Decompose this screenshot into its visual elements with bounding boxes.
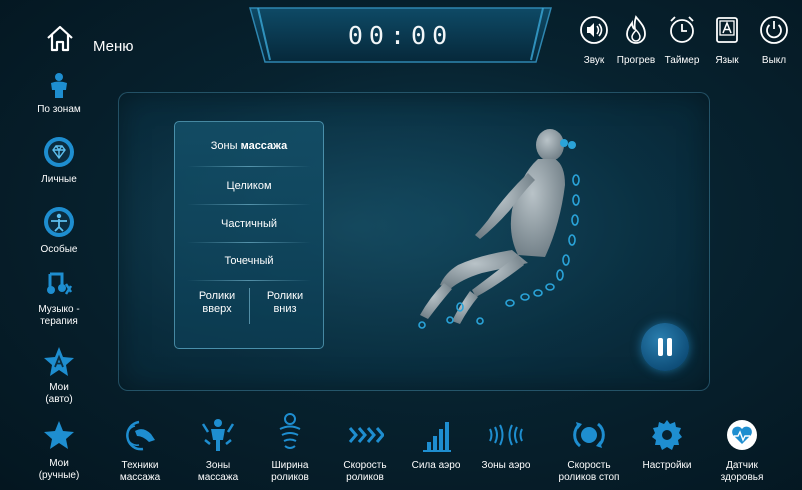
zone-option-full[interactable]: Целиком (175, 180, 323, 192)
air-zones-icon (489, 424, 523, 446)
person-zones-icon (51, 73, 67, 98)
heat-icon (626, 15, 646, 44)
sound-label: Звук (583, 55, 605, 66)
zones-title-prefix: Зоны (210, 140, 238, 152)
bottom-label: Сила аэро (411, 460, 461, 471)
star-icon (44, 421, 74, 449)
pause-icon (667, 338, 672, 356)
language-button[interactable]: Язык (707, 15, 747, 67)
roller-speed-icon (348, 427, 384, 443)
sidebar-item-zones[interactable]: По зонам (28, 72, 90, 120)
body-figure-illustration (418, 129, 580, 329)
divider (187, 242, 311, 243)
divider (187, 280, 311, 281)
bottom-item-foot-roller-speed[interactable]: Скорость роликов стоп (552, 418, 626, 486)
foot-roller-speed-icon (573, 422, 605, 448)
sound-icon (580, 16, 608, 44)
bottom-label: Датчик здоровья (720, 460, 764, 483)
sidebar-label: Личные (41, 174, 77, 185)
language-label: Язык (715, 55, 739, 66)
home-icon (47, 25, 73, 52)
bottom-label: Зоны массажа (197, 460, 239, 483)
star-a-icon (44, 347, 74, 376)
timer-display: 00:00 (347, 21, 454, 50)
timer-panel: 00:00 (248, 6, 553, 64)
sound-button[interactable]: Звук (574, 15, 614, 67)
bottom-item-health-sensor[interactable]: Датчик здоровья (712, 418, 772, 486)
music-notes-icon (47, 272, 73, 295)
sidebar-item-personal[interactable]: Личные (28, 136, 90, 186)
bottom-label: Техники массажа (119, 460, 161, 483)
bottom-item-roller-speed[interactable]: Скорость роликов (334, 418, 396, 486)
sidebar-label: По зонам (37, 104, 81, 115)
divider (187, 204, 311, 205)
sidebar-item-special[interactable]: Особые (28, 206, 90, 256)
yoga-person-icon (44, 207, 74, 237)
bottom-item-massage-techniques[interactable]: Техники массажа (112, 418, 168, 486)
air-strength-icon (423, 422, 451, 452)
heat-label: Прогрев (616, 55, 656, 66)
divider-vertical (249, 288, 250, 324)
bottom-label: Ширина роликов (271, 460, 309, 483)
zone-option-spot[interactable]: Точечный (175, 255, 323, 267)
rollers-down-button[interactable]: Ролики вниз (257, 290, 313, 316)
bottom-item-air-strength[interactable]: Сила аэро (410, 418, 462, 486)
heat-button[interactable]: Прогрев (613, 15, 659, 67)
bottom-item-air-zones[interactable]: Зоны аэро (478, 418, 534, 486)
home-button[interactable] (44, 22, 76, 54)
rollers-up-button[interactable]: Ролики вверх (189, 290, 245, 316)
zone-option-partial[interactable]: Частичный (175, 218, 323, 230)
zones-title: Зоны массажа (175, 140, 323, 152)
sidebar-item-music-therapy[interactable]: Музыко - терапия (22, 270, 96, 334)
heart-sensor-icon (727, 420, 757, 450)
bottom-label: Скорость роликов стоп (558, 460, 620, 483)
pause-icon (658, 338, 663, 356)
bottom-item-settings[interactable]: Настройки (636, 418, 698, 486)
timer-label: Таймер (664, 55, 700, 66)
roller-width-icon (279, 413, 301, 449)
bottom-label: Зоны аэро (481, 460, 531, 471)
power-label: Выкл (761, 55, 787, 66)
sidebar-label: Особые (40, 244, 78, 255)
bottom-item-roller-width[interactable]: Ширина роликов (262, 412, 318, 486)
massage-technique-icon (126, 420, 155, 451)
body-zones-icon (201, 419, 235, 451)
sidebar-label: Мои (ручные) (38, 458, 80, 481)
menu-label[interactable]: Меню (93, 38, 134, 55)
bottom-label: Настройки (642, 460, 692, 471)
pause-button[interactable] (641, 323, 689, 371)
massage-zones-panel: Зоны массажа Целиком Частичный Точечный … (174, 121, 324, 349)
sidebar-label: Музыко - терапия (38, 304, 80, 327)
divider (187, 166, 311, 167)
diamond-badge-icon (44, 137, 74, 167)
sidebar-item-my-manual[interactable]: Мои (ручные) (28, 420, 90, 486)
bottom-item-massage-zones[interactable]: Зоны массажа (190, 418, 246, 486)
alarm-clock-icon (670, 16, 694, 43)
sidebar-item-my-auto[interactable]: Мои (авто) (28, 346, 90, 410)
language-icon (716, 17, 738, 43)
gear-icon (652, 420, 682, 450)
bottom-label: Скорость роликов (343, 460, 387, 483)
timer-button[interactable]: Таймер (660, 15, 704, 67)
sidebar-label: Мои (авто) (45, 382, 73, 405)
power-icon (760, 16, 788, 44)
zones-title-bold: массажа (240, 140, 288, 152)
power-button[interactable]: Выкл (752, 15, 796, 67)
